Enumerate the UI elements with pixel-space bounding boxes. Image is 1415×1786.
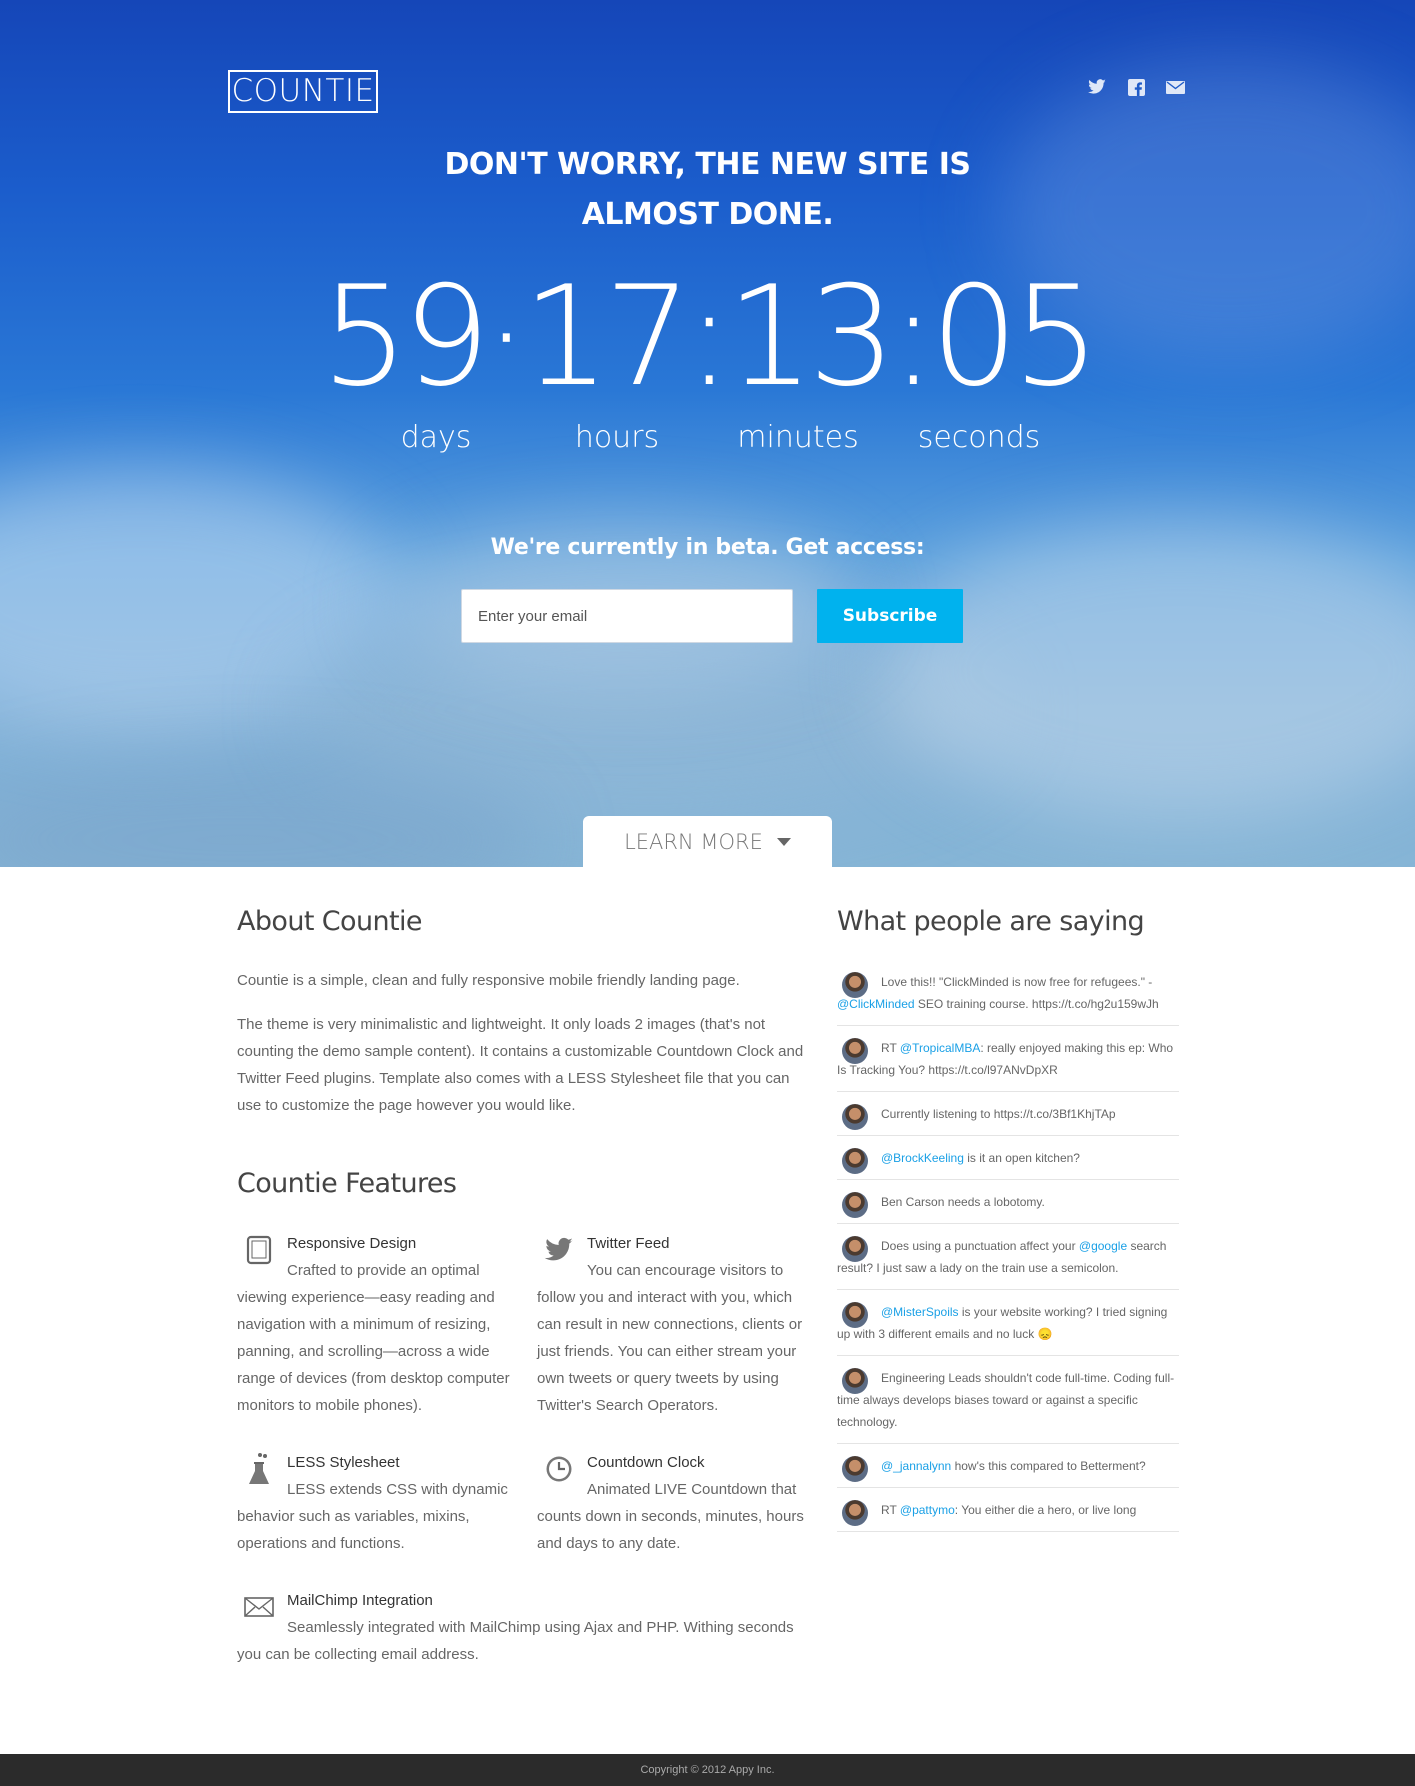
avatar	[842, 1148, 868, 1174]
tweet-item: @_jannalynn how's this compared to Bette…	[837, 1444, 1179, 1488]
site-logo[interactable]: COUNTIE	[228, 70, 378, 113]
cloud-decoration	[880, 520, 1415, 820]
avatar	[842, 1302, 868, 1328]
minutes-label: minutes	[737, 420, 859, 455]
feature-title: LESS Stylesheet	[287, 1454, 400, 1471]
tweet-mention-link[interactable]: @_jannalynn	[881, 1459, 951, 1473]
countdown-separator: :	[890, 256, 936, 417]
avatar	[842, 1456, 868, 1482]
feature-responsive: Responsive Design Crafted to provide an …	[237, 1230, 517, 1419]
feature-desc: You can encourage visitors to follow you…	[537, 1262, 803, 1414]
envelope-icon	[243, 1591, 275, 1623]
avatar	[842, 1236, 868, 1262]
tweet-item: RT @TropicalMBA: really enjoyed making t…	[837, 1026, 1179, 1092]
hero-section: COUNTIE DON'T WORRY, THE NEW SITE IS ALM…	[0, 0, 1415, 867]
countdown-minutes: 13	[726, 256, 896, 417]
avatar	[842, 972, 868, 998]
countdown-seconds: 05	[930, 256, 1101, 417]
tweet-mention-link[interactable]: @BrockKeeling	[881, 1151, 964, 1165]
footer: Copyright © 2012 Appy Inc.	[0, 1754, 1415, 1786]
countdown-labels: days hours minutes seconds	[0, 420, 1415, 460]
countdown-hours: 17	[522, 256, 692, 417]
twitter-bird-icon	[543, 1234, 575, 1266]
countdown-clock: 59·17:13:05	[0, 262, 1415, 412]
feature-title: Responsive Design	[287, 1235, 417, 1252]
tweet-item: Love this!! "ClickMinded is now free for…	[837, 960, 1179, 1026]
learn-more-label: LEARN MORE	[624, 830, 763, 854]
tweet-mention-link[interactable]: @ClickMinded	[837, 997, 915, 1011]
copyright-text: Copyright © 2012 Appy Inc.	[640, 1764, 775, 1776]
about-paragraph: The theme is very minimalistic and light…	[237, 1016, 804, 1114]
feature-mailchimp: MailChimp Integration Seamlessly integra…	[237, 1587, 807, 1668]
caret-down-icon	[776, 838, 791, 846]
feature-desc: Animated LIVE Countdown that counts down…	[537, 1481, 804, 1552]
avatar	[842, 1500, 868, 1526]
feature-title: Countdown Clock	[587, 1454, 705, 1471]
feature-desc: Crafted to provide an optimal viewing ex…	[237, 1262, 510, 1414]
avatar	[842, 1368, 868, 1394]
hours-label: hours	[574, 420, 660, 455]
headline-line-1: DON'T WORRY, THE NEW SITE IS	[444, 147, 971, 182]
feature-countdown: Countdown Clock Animated LIVE Countdown …	[537, 1449, 817, 1557]
learn-more-button[interactable]: LEARN MORE	[583, 816, 832, 867]
about-paragraph: Countie is a simple, clean and fully res…	[237, 972, 740, 989]
tweet-item: Does using a punctuation affect your @go…	[837, 1224, 1179, 1290]
tweet-item: RT @pattymo: You either die a hero, or l…	[837, 1488, 1179, 1532]
seconds-label: seconds	[917, 420, 1041, 455]
tweet-item: Currently listening to https://t.co/3Bf1…	[837, 1092, 1179, 1136]
feature-title: MailChimp Integration	[287, 1592, 433, 1609]
tweet-item: Ben Carson needs a lobotomy.	[837, 1180, 1179, 1224]
feature-twitter: Twitter Feed You can encourage visitors …	[537, 1230, 817, 1419]
tablet-icon	[243, 1234, 275, 1266]
email-input[interactable]	[461, 589, 793, 643]
feature-desc: Seamlessly integrated with MailChimp usi…	[237, 1619, 794, 1663]
headline-line-2: ALMOST DONE.	[581, 197, 834, 232]
hero-headline: DON'T WORRY, THE NEW SITE IS ALMOST DONE…	[0, 140, 1415, 240]
flask-icon	[243, 1453, 275, 1485]
tweet-item: @MisterSpoils is your website working? I…	[837, 1290, 1179, 1356]
tweet-item: @BrockKeeling is it an open kitchen?	[837, 1136, 1179, 1180]
tweet-mention-link[interactable]: @MisterSpoils	[881, 1305, 959, 1319]
avatar	[842, 1038, 868, 1064]
tweet-mention-link[interactable]: @google	[1079, 1239, 1127, 1253]
tweet-item: Engineering Leads shouldn't code full-ti…	[837, 1356, 1179, 1444]
twitter-feed[interactable]: Love this!! "ClickMinded is now free for…	[837, 960, 1179, 1566]
tweet-mention-link[interactable]: @TropicalMBA	[900, 1041, 980, 1055]
mail-icon[interactable]	[1164, 78, 1186, 96]
tweet-mention-link[interactable]: @pattymo	[900, 1503, 955, 1517]
subscribe-button[interactable]: Subscribe	[817, 589, 963, 643]
feature-title: Twitter Feed	[587, 1235, 670, 1252]
twitter-icon[interactable]	[1086, 78, 1108, 96]
facebook-icon[interactable]	[1125, 78, 1147, 96]
feature-less: LESS Stylesheet LESS extends CSS with dy…	[237, 1449, 517, 1557]
countdown-separator: :	[685, 256, 732, 417]
avatar	[842, 1104, 868, 1130]
about-title: About Countie	[237, 906, 423, 937]
features-title: Countie Features	[237, 1168, 457, 1199]
feature-desc: LESS extends CSS with dynamic behavior s…	[237, 1481, 508, 1552]
countdown-days: 59	[320, 256, 491, 417]
beta-text: We're currently in beta. Get access:	[490, 535, 925, 560]
clock-icon	[543, 1453, 575, 1485]
countdown-separator: ·	[484, 256, 528, 417]
avatar	[842, 1192, 868, 1218]
days-label: days	[400, 420, 472, 455]
testimonials-title: What people are saying	[837, 906, 1145, 937]
